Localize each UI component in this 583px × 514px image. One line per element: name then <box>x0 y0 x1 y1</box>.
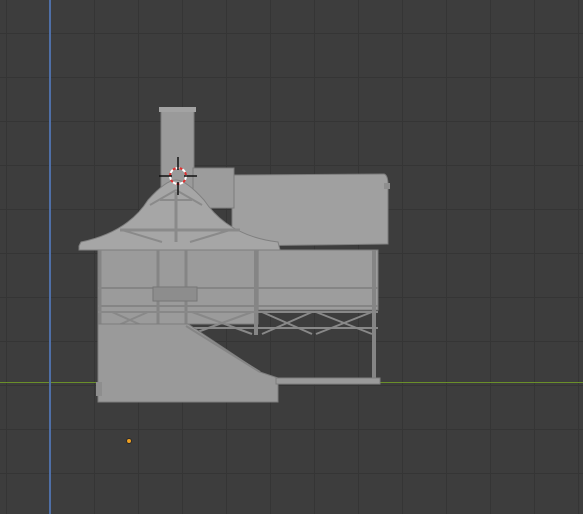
side-wall <box>257 249 379 311</box>
back-roof <box>231 173 389 247</box>
object-origin-icon <box>126 438 132 444</box>
house-mesh[interactable] <box>0 0 583 514</box>
window-box <box>152 286 198 302</box>
3d-viewport[interactable] <box>0 0 583 514</box>
3d-cursor-icon[interactable] <box>159 157 197 195</box>
foundation <box>97 323 279 403</box>
